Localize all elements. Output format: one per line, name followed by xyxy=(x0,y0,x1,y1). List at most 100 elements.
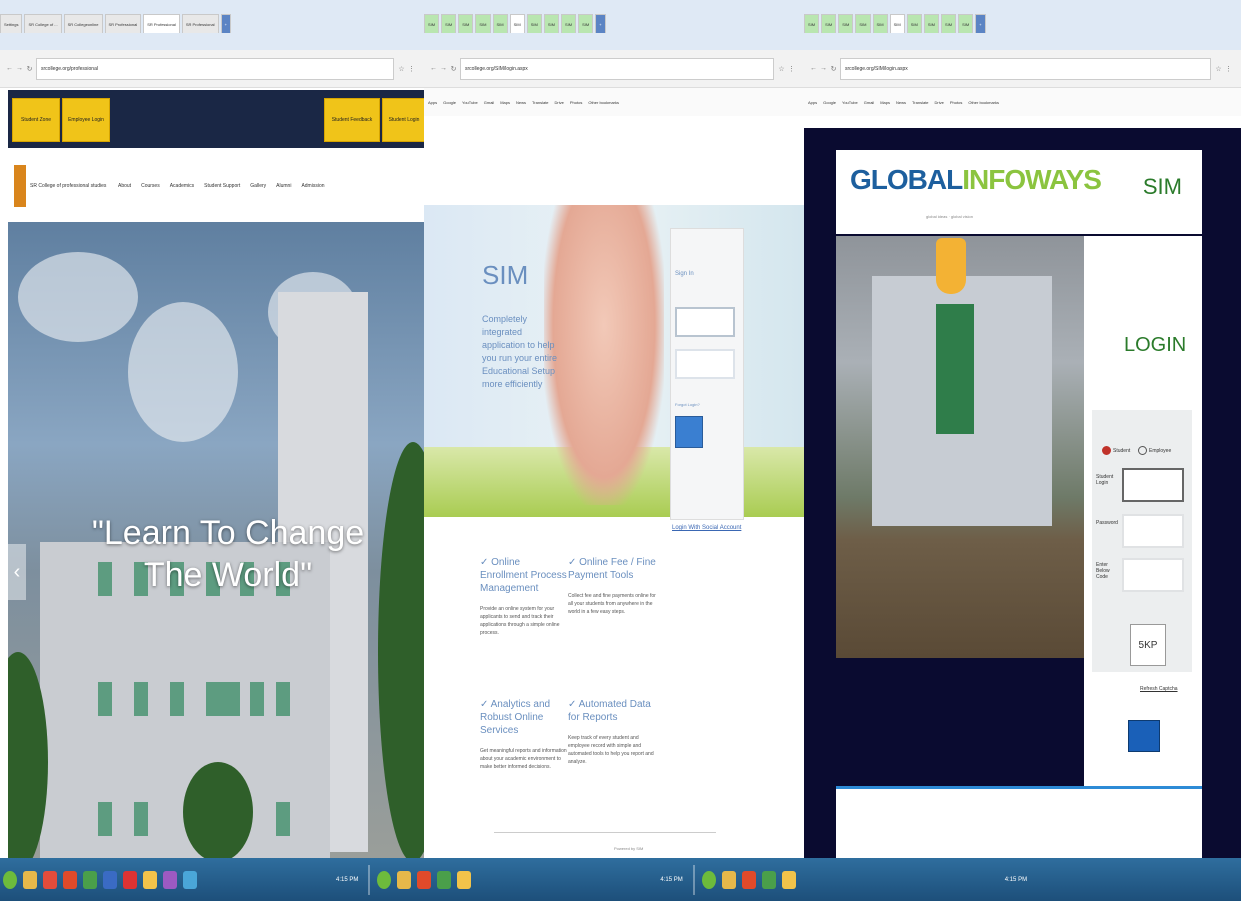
forgot-login-link[interactable]: Forgot Login? xyxy=(675,402,700,407)
tab[interactable]: SR Professional xyxy=(181,14,219,33)
forward-icon[interactable]: → xyxy=(16,65,23,72)
radio-student[interactable]: Student xyxy=(1102,446,1130,455)
tab[interactable]: SIM xyxy=(526,14,542,33)
bookmark[interactable]: Translate xyxy=(532,100,549,105)
tab[interactable]: SIM xyxy=(561,14,577,33)
student-zone-button[interactable]: Student Zone xyxy=(12,98,60,142)
start-button[interactable] xyxy=(701,870,716,889)
menu-icon[interactable]: ⋮ xyxy=(1225,65,1232,73)
employee-login-button[interactable]: Employee Login xyxy=(62,98,110,142)
word-icon[interactable] xyxy=(103,870,117,889)
bookmark[interactable]: Translate xyxy=(912,100,929,105)
tab[interactable]: SIM xyxy=(958,14,974,33)
password-input[interactable] xyxy=(1122,514,1184,548)
reload-icon[interactable]: ↻ xyxy=(450,65,457,73)
star-icon[interactable]: ☆ xyxy=(778,65,785,73)
reload-icon[interactable]: ↻ xyxy=(26,65,33,73)
url-input[interactable]: srcollege.org/professional xyxy=(36,57,394,80)
radio-employee[interactable]: Employee xyxy=(1138,446,1171,455)
tab[interactable]: SIM xyxy=(941,14,957,33)
clock[interactable]: 4:15 PM xyxy=(660,877,682,883)
chrome-icon[interactable] xyxy=(761,870,776,889)
bookmark[interactable]: Photos xyxy=(570,100,582,105)
firefox-icon[interactable] xyxy=(741,870,756,889)
bookmark[interactable]: Maps xyxy=(500,100,510,105)
new-tab-button[interactable]: + xyxy=(595,14,606,33)
tab-active[interactable]: SIM xyxy=(889,14,905,33)
firefox-icon[interactable] xyxy=(63,870,77,889)
tab[interactable]: SIM xyxy=(855,14,871,33)
star-icon[interactable]: ☆ xyxy=(398,65,405,73)
tab[interactable]: SIM xyxy=(578,14,594,33)
tab[interactable]: SIM xyxy=(804,14,820,33)
tab[interactable]: SIM xyxy=(441,14,457,33)
student-feedback-button[interactable]: Student Feedback xyxy=(324,98,380,142)
bookmark[interactable]: Photos xyxy=(950,100,962,105)
tab[interactable]: SIM xyxy=(458,14,474,33)
start-button[interactable] xyxy=(377,870,392,889)
reload-icon[interactable]: ↻ xyxy=(830,65,837,73)
tab[interactable]: SIM xyxy=(475,14,491,33)
tab-active[interactable]: SIM xyxy=(509,14,525,33)
username-input[interactable] xyxy=(675,307,735,337)
start-button[interactable] xyxy=(3,870,17,889)
firefox-icon[interactable] xyxy=(417,870,432,889)
student-login-button[interactable]: Student Login xyxy=(382,98,424,142)
tab[interactable]: SIM xyxy=(923,14,939,33)
social-login-link[interactable]: Login With Social Account xyxy=(672,525,741,531)
user-input[interactable] xyxy=(1122,468,1184,502)
bookmark[interactable]: Drive xyxy=(935,100,944,105)
menu-item[interactable]: Alumni xyxy=(276,183,291,189)
media-icon[interactable] xyxy=(43,870,57,889)
slider-prev-button[interactable]: ‹ xyxy=(8,544,26,600)
bookmark[interactable]: YouTube xyxy=(842,100,858,105)
forward-icon[interactable]: → xyxy=(820,65,827,72)
tab[interactable]: Settings xyxy=(0,14,23,33)
tab[interactable]: SIM xyxy=(821,14,837,33)
pdf-icon[interactable] xyxy=(123,870,137,889)
login-button[interactable] xyxy=(1128,720,1160,752)
bookmark[interactable]: Maps xyxy=(880,100,890,105)
bookmark[interactable]: Gmail xyxy=(484,100,494,105)
bookmark[interactable]: News xyxy=(516,100,526,105)
bookmark[interactable]: News xyxy=(896,100,906,105)
bookmark[interactable]: YouTube xyxy=(462,100,478,105)
college-name[interactable]: SR College of professional studies xyxy=(30,183,118,189)
bookmark[interactable]: Other bookmarks xyxy=(588,100,619,105)
refresh-captcha-link[interactable]: Refresh Captcha xyxy=(1140,686,1178,692)
tab[interactable]: SIM xyxy=(543,14,559,33)
menu-icon[interactable]: ⋮ xyxy=(788,65,795,73)
new-tab-button[interactable]: + xyxy=(220,14,231,33)
url-input[interactable]: srcollege.org/SIM/login.aspx xyxy=(840,57,1211,80)
sign-in-button[interactable] xyxy=(675,416,703,448)
college-logo[interactable] xyxy=(14,165,26,207)
password-input[interactable] xyxy=(675,349,735,379)
forward-icon[interactable]: → xyxy=(440,65,447,72)
globalinfoways-logo[interactable]: GLOBALINFOWAYS xyxy=(850,164,1102,196)
bookmark[interactable]: Apps xyxy=(428,100,437,105)
back-icon[interactable]: ← xyxy=(6,65,13,72)
bookmark[interactable]: Other bookmarks xyxy=(968,100,999,105)
explorer-icon[interactable] xyxy=(721,870,736,889)
explorer-icon[interactable] xyxy=(397,870,412,889)
menu-item[interactable]: Academics xyxy=(170,183,194,189)
bookmark[interactable]: Apps xyxy=(808,100,817,105)
tab[interactable]: SIM xyxy=(424,14,440,33)
tab-active[interactable]: SR Professional xyxy=(143,14,180,33)
tab[interactable]: SIM xyxy=(492,14,508,33)
menu-item[interactable]: Courses xyxy=(141,183,160,189)
tab[interactable]: SIM xyxy=(872,14,888,33)
menu-item[interactable]: Admission xyxy=(301,183,324,189)
menu-item[interactable]: Gallery xyxy=(250,183,266,189)
captcha-input[interactable] xyxy=(1122,558,1184,592)
chrome-icon[interactable] xyxy=(83,870,97,889)
folder-icon[interactable] xyxy=(143,870,157,889)
back-icon[interactable]: ← xyxy=(430,65,437,72)
star-icon[interactable]: ☆ xyxy=(1215,65,1222,73)
clock[interactable]: 4:15 PM xyxy=(336,877,358,883)
app-icon[interactable] xyxy=(163,870,177,889)
folder-icon[interactable] xyxy=(457,870,472,889)
tab[interactable]: SIM xyxy=(906,14,922,33)
folder-icon[interactable] xyxy=(781,870,796,889)
bookmark[interactable]: Drive xyxy=(555,100,564,105)
